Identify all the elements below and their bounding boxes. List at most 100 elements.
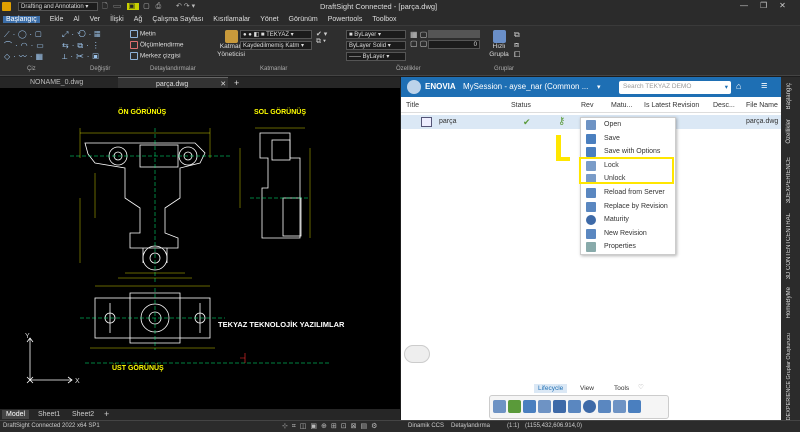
copy-icon[interactable]: [493, 400, 506, 413]
tab-close-icon[interactable]: ✕: [220, 81, 226, 88]
menu-item-11[interactable]: Toolbox: [372, 16, 396, 23]
centerline-button[interactable]: Merkez çizgisi: [130, 52, 181, 60]
transparency-value[interactable]: 0: [428, 40, 480, 49]
menu-item-5[interactable]: Ağ: [134, 16, 143, 23]
unlock-action-icon[interactable]: [522, 400, 536, 413]
layer-state-dropdown[interactable]: Kaydedilmemiş Katm ▾: [240, 41, 312, 50]
quick-group-button[interactable]: Hızlı Grupla: [486, 30, 512, 59]
menu-save[interactable]: Save: [581, 132, 675, 146]
menu-replace[interactable]: Replace by Revision: [581, 200, 675, 214]
col-desc[interactable]: Desc...: [713, 102, 735, 109]
quick-access-toolbar[interactable]: 🗋 ▭ ▣ ▢ ⎙: [102, 2, 172, 12]
status-scale[interactable]: (1:1): [507, 423, 519, 429]
side-tab-3dexperience[interactable]: 3DEXPERIENCE: [786, 157, 792, 203]
menu-new-revision[interactable]: New Revision: [581, 227, 675, 241]
menu-item-6[interactable]: Çalışma Sayfası: [152, 16, 203, 23]
quick-group-label: Hızlı Grupla: [489, 43, 509, 58]
lock-action-icon[interactable]: [507, 400, 521, 413]
menu-item-10[interactable]: Powertools: [328, 16, 363, 23]
col-filename[interactable]: File Name: [746, 102, 778, 109]
side-tab-groups[interactable]: 3DEXPERIENCE Gruplar Oluşturucu: [786, 333, 792, 423]
menu-maturity[interactable]: Maturity: [581, 213, 675, 227]
tab-view[interactable]: View: [580, 385, 594, 392]
sheet-tab-sheet1[interactable]: Sheet1: [38, 411, 60, 418]
quick-save-icon[interactable]: ▣: [126, 3, 140, 10]
tag-icon[interactable]: ⌂: [736, 81, 741, 91]
window-controls[interactable]: —❐✕: [740, 1, 798, 10]
text-button[interactable]: Metin: [130, 30, 156, 38]
layer-dropdown[interactable]: ● ● ◧ ■ TEKYAZ ▾: [240, 30, 312, 39]
search-action-icon[interactable]: [552, 400, 566, 413]
menu-item-3[interactable]: Ver: [90, 16, 101, 23]
transparency-number: 0: [473, 42, 477, 48]
col-status[interactable]: Status: [511, 102, 531, 109]
menu-properties[interactable]: Properties: [581, 240, 675, 254]
import-icon[interactable]: [627, 400, 641, 413]
revision-action-icon[interactable]: [597, 400, 611, 413]
menu-reload[interactable]: Reload from Server: [581, 186, 675, 200]
menu-icon[interactable]: ≡: [761, 80, 767, 92]
dimension-icon: [130, 41, 138, 49]
col-latest[interactable]: Is Latest Revision: [644, 102, 699, 109]
drawing-canvas[interactable]: ÖN GÖRÜNÜŞ SOL GÖRÜNÜŞ ÜST GÖRÜNÜŞ TEKYA…: [0, 88, 400, 409]
col-maturity[interactable]: Matu...: [611, 102, 632, 109]
menu-item-1[interactable]: Ekle: [50, 16, 64, 23]
menu-item-9[interactable]: Görünüm: [289, 16, 318, 23]
workspace-dropdown[interactable]: Drafting and Annotation ▾: [18, 2, 98, 11]
menu-item-4[interactable]: İlişki: [110, 16, 124, 23]
sheet-tab-sheet2[interactable]: Sheet2: [72, 411, 94, 418]
ribbon: ⟋·◯·▢ ⌒·◠·▭ ◇·〰·▦ ⤢·⟲·▦ ⇆·⧉·⋮ ⟂·✂·▣ Metin Öl…: [0, 26, 800, 76]
search-input[interactable]: Search TEKYAZ DEMO ▾: [619, 81, 731, 94]
col-rev[interactable]: Rev: [581, 102, 593, 109]
undo-redo-icons[interactable]: ↶ ↷ ▾: [176, 2, 195, 10]
side-tab-home[interactable]: Başlangıç: [786, 83, 792, 109]
menu-item-8[interactable]: Yönet: [260, 16, 278, 23]
doc-tab-parca[interactable]: parça.dwg ✕: [118, 77, 228, 88]
panel-brand: ENOVIA: [425, 82, 456, 91]
drawing-file-icon: [421, 117, 432, 127]
dimension-button[interactable]: Ölçümlendirme: [130, 41, 184, 49]
session-dropdown-icon[interactable]: ▾: [597, 83, 601, 91]
minimize-icon[interactable]: —: [740, 1, 760, 10]
group-tools[interactable]: ⧉ ⧈ ⧠: [514, 30, 520, 60]
linestyle-dropdown[interactable]: ByLayer Solid ▾: [346, 41, 406, 50]
snap-toggles[interactable]: ⊹⌗◫▣⊕⊞⊡⊠▤⚙: [282, 422, 381, 431]
side-tab-contentcentral[interactable]: 3D CONTENTCENTRAL: [786, 213, 792, 279]
compare-icon[interactable]: [567, 400, 581, 413]
compass-icon[interactable]: [407, 80, 421, 94]
add-sheet-icon[interactable]: +: [104, 409, 109, 419]
group-label-annotation: Detaylandırmalar: [150, 66, 196, 72]
menu-open-label: Open: [604, 121, 622, 128]
reserve-icon[interactable]: [537, 400, 551, 413]
search-options-icon[interactable]: ▾: [725, 83, 728, 91]
status-detail[interactable]: Detaylandırma: [451, 423, 490, 429]
menu-item-2[interactable]: Al: [73, 16, 79, 23]
side-tab-properties[interactable]: Özellikler: [786, 119, 792, 144]
close-icon[interactable]: ✕: [779, 1, 798, 10]
menu-item-7[interactable]: Kısıtlamalar: [213, 16, 250, 23]
action-toolbar: [489, 395, 669, 419]
menu-replace-label: Replace by Revision: [604, 202, 668, 210]
property-tools[interactable]: ▦ ▢ ▢ ▢: [410, 30, 427, 48]
status-ccs[interactable]: Dinamik CCS: [408, 423, 444, 429]
draw-tools[interactable]: ⟋·◯·▢ ⌒·◠·▭ ◇·〰·▦: [4, 29, 54, 63]
col-title[interactable]: Title: [406, 102, 419, 109]
collapse-icon[interactable]: ♡: [638, 383, 644, 391]
doc-tab-noname[interactable]: NONAME_0.dwg: [30, 79, 83, 86]
maximize-icon[interactable]: ❐: [760, 1, 779, 10]
modify-tools[interactable]: ⤢·⟲·▦ ⇆·⧉·⋮ ⟂·✂·▣: [62, 29, 112, 63]
tab-lifecycle[interactable]: Lifecycle: [534, 384, 568, 393]
sheet-tab-model[interactable]: Model: [2, 410, 30, 419]
layer-tools[interactable]: ✔ ▾ ⧉ ▾: [316, 30, 327, 46]
menu-open[interactable]: Open: [581, 118, 675, 132]
lineweight-dropdown[interactable]: —— ByLayer ▾: [346, 52, 406, 61]
maturity-action-icon[interactable]: [582, 400, 596, 413]
transparency-slider[interactable]: [428, 30, 480, 38]
side-tab-homebyme[interactable]: HomeByMe: [786, 287, 792, 318]
menu-item-0[interactable]: Başlangıç: [3, 16, 40, 23]
new-tab-icon[interactable]: +: [234, 78, 239, 88]
share-icon[interactable]: [612, 400, 626, 413]
color-dropdown[interactable]: ■ ByLayer ▾: [346, 30, 406, 39]
assistant-icon[interactable]: [404, 345, 430, 363]
tab-tools[interactable]: Tools: [614, 385, 629, 392]
